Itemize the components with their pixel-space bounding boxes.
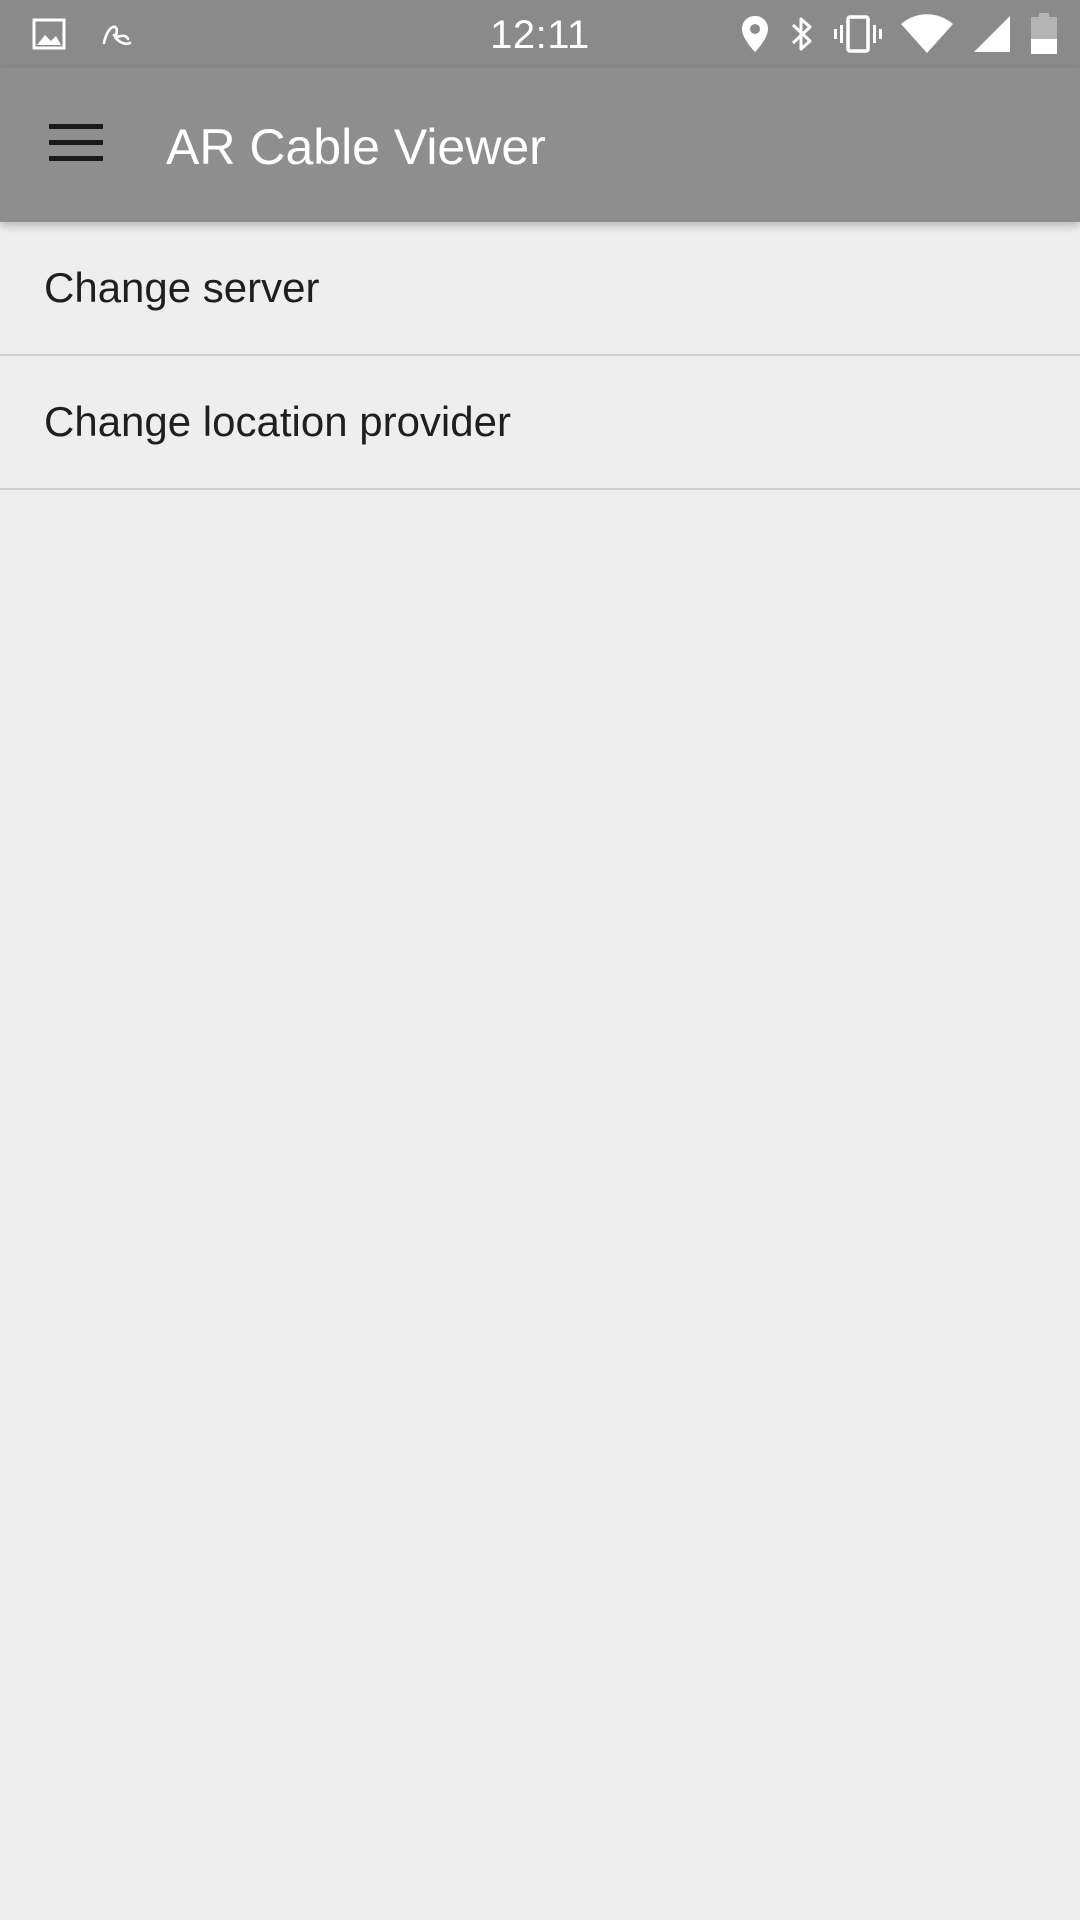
settings-list: Change server Change location provider: [0, 222, 1080, 490]
system-icons: [740, 12, 1058, 56]
change-location-provider-label: Change location provider: [44, 398, 511, 445]
vibrate-icon: [834, 14, 882, 54]
change-server-label: Change server: [44, 264, 320, 311]
wifi-icon: [900, 14, 954, 54]
app-title: AR Cable Viewer: [166, 119, 546, 175]
hamburger-menu-icon: [49, 123, 103, 167]
location-icon: [740, 14, 770, 54]
app-bar: AR Cable Viewer: [0, 68, 1080, 222]
status-bar: 12:11: [0, 0, 1080, 68]
change-server-item[interactable]: Change server: [0, 222, 1080, 356]
battery-icon: [1030, 13, 1058, 55]
change-location-provider-item[interactable]: Change location provider: [0, 356, 1080, 490]
navigation-menu-button[interactable]: [28, 97, 124, 193]
bluetooth-icon: [788, 13, 816, 55]
cellular-signal-icon: [972, 14, 1012, 54]
